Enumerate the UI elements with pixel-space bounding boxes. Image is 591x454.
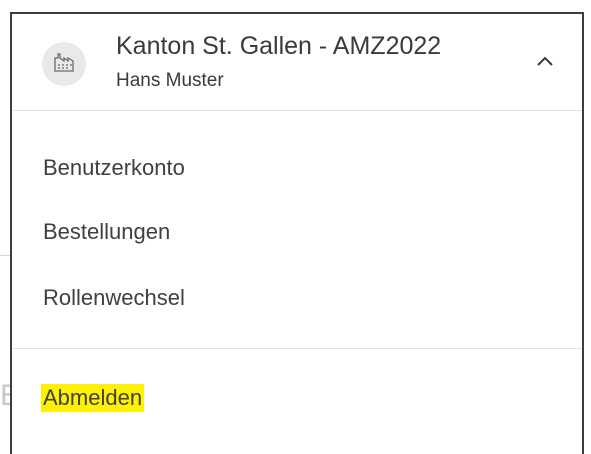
user-name: Hans Muster (116, 70, 224, 91)
logout-button[interactable]: Abmelden (41, 384, 145, 412)
page: E 4. Be (0, 0, 591, 454)
menu-item-benutzerkonto[interactable]: Benutzerkonto (43, 155, 185, 181)
menu-item-bestellungen[interactable]: Bestellungen (43, 219, 170, 245)
background-text: E (0, 374, 10, 418)
account-header[interactable]: Kanton St. Gallen - AMZ2022 Hans Muster (12, 14, 582, 111)
organization-name: Kanton St. Gallen - AMZ2022 (116, 32, 442, 60)
menu-item-rollenwechsel[interactable]: Rollenwechsel (43, 285, 185, 311)
factory-icon (53, 52, 75, 77)
menu-divider (12, 348, 582, 349)
chevron-up-icon[interactable] (534, 54, 556, 70)
account-dropdown: Kanton St. Gallen - AMZ2022 Hans Muster … (10, 12, 584, 454)
avatar (42, 42, 86, 86)
